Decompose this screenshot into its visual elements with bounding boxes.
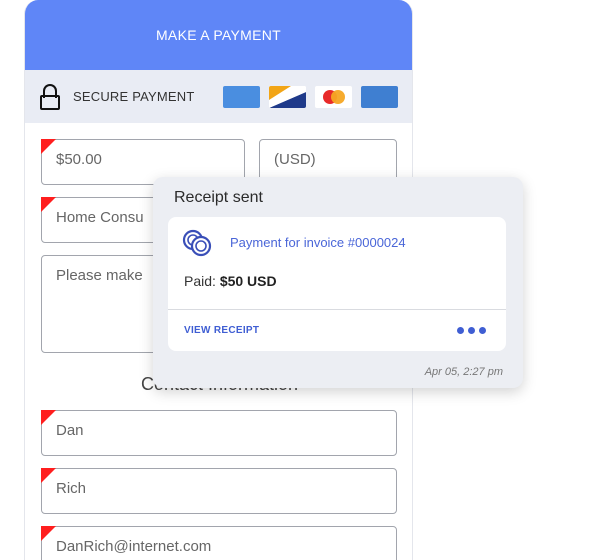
- paid-line: Paid: $50 USD: [184, 273, 277, 289]
- accepted-cards: [223, 86, 398, 108]
- notification-timestamp: Apr 05, 2:27 pm: [424, 366, 503, 378]
- required-marker: [41, 526, 56, 541]
- payment-header: MAKE A PAYMENT: [25, 0, 412, 70]
- card-blue-icon: [223, 86, 260, 108]
- email-field[interactable]: DanRich@internet.com: [41, 526, 397, 560]
- first-name-field[interactable]: Dan: [41, 410, 397, 456]
- required-marker: [41, 468, 56, 483]
- coins-icon: [182, 229, 214, 257]
- first-name-value: Dan: [56, 422, 84, 439]
- secure-payment-bar: SECURE PAYMENT: [25, 70, 412, 123]
- card-amex-icon: [269, 86, 306, 108]
- invoice-title: Payment for invoice #0000024: [230, 235, 406, 250]
- notes-value: Please make: [56, 267, 143, 284]
- card-mastercard-icon: [315, 86, 352, 108]
- required-marker: [41, 139, 56, 154]
- view-receipt-link[interactable]: VIEW RECEIPT: [184, 325, 259, 336]
- lock-icon: [39, 83, 61, 112]
- description-value: Home Consu: [56, 209, 144, 226]
- required-marker: [41, 410, 56, 425]
- card-generic-icon: [361, 86, 398, 108]
- currency-value: (USD): [274, 151, 316, 168]
- more-options-icon[interactable]: [457, 327, 486, 334]
- email-value: DanRich@internet.com: [56, 538, 212, 555]
- page-title: MAKE A PAYMENT: [155, 27, 282, 43]
- paid-amount: $50 USD: [219, 273, 277, 289]
- last-name-field[interactable]: Rich: [41, 468, 397, 514]
- secure-payment-label: SECURE PAYMENT: [73, 89, 195, 104]
- required-marker: [41, 197, 56, 212]
- last-name-value: Rich: [56, 480, 87, 497]
- receipt-notification: Receipt sent Payment for invoice #000002…: [153, 177, 523, 388]
- amount-value: $50.00: [56, 151, 102, 168]
- paid-label: Paid:: [184, 273, 216, 289]
- divider: [168, 309, 506, 310]
- notification-title: Receipt sent: [174, 189, 263, 206]
- notification-body: Payment for invoice #0000024 Paid: $50 U…: [168, 217, 506, 351]
